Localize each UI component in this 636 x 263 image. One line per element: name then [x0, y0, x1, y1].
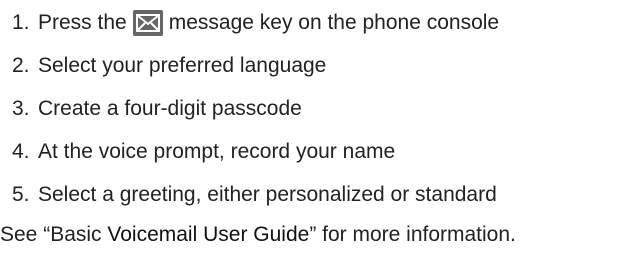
step-1: 1. Press the message key on the phone co… [12, 9, 499, 37]
step-number: 2. [12, 54, 30, 77]
step-text: Create a four-digit passcode [38, 97, 302, 120]
step-text: At the voice prompt, record your name [38, 140, 396, 163]
step-text-after: message key on the phone console [168, 11, 500, 34]
step-number: 3. [12, 97, 30, 120]
step-number: 4. [12, 140, 30, 163]
voicemail-user-guide-link[interactable]: Voicemail User Guide [107, 223, 309, 246]
note-prefix: See “Basic [0, 223, 108, 246]
envelope-message-icon [132, 10, 163, 36]
note-suffix: ” for more information. [309, 223, 516, 246]
step-5: 5. Select a greeting, either personalize… [12, 181, 497, 209]
step-text: Select a greeting, either personalized o… [38, 183, 497, 206]
step-4: 4. At the voice prompt, record your name [12, 138, 395, 166]
step-text: Select your preferred language [38, 54, 327, 77]
step-number: 5. [12, 183, 30, 206]
instructions-document: 1. Press the message key on the phone co… [0, 0, 636, 263]
step-number: 1. [12, 11, 30, 34]
step-3: 3. Create a four-digit passcode [12, 95, 302, 123]
more-info-note: See “Basic Voicemail User Guide” for mor… [0, 221, 516, 249]
step-text-before: Press the [38, 11, 127, 34]
step-2: 2. Select your preferred language [12, 52, 326, 80]
